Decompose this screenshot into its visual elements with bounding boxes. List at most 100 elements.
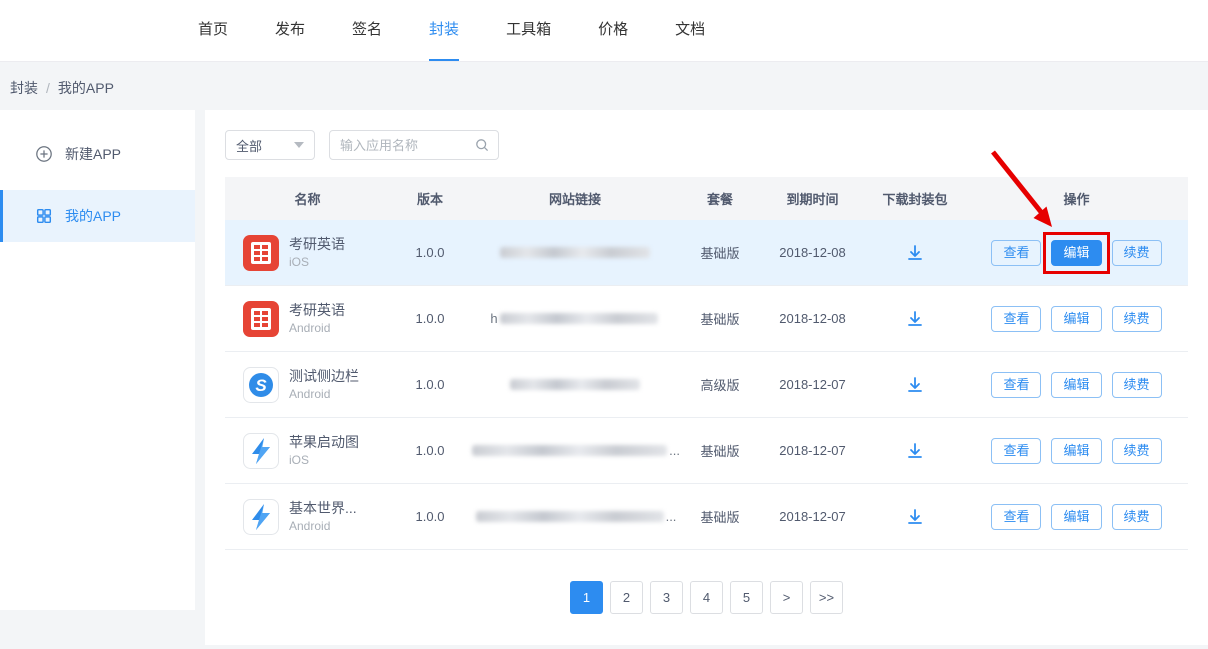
- column-header: 网站链接: [470, 189, 680, 208]
- chevron-down-icon: [294, 142, 304, 148]
- nav-item-4[interactable]: 封装: [429, 0, 459, 61]
- flash-icon: [243, 499, 279, 535]
- flash-icon: [243, 433, 279, 469]
- column-header: 到期时间: [760, 189, 865, 208]
- download-icon[interactable]: [901, 503, 929, 531]
- app-version: 1.0.0: [390, 245, 470, 260]
- sidebar-item-label: 新建APP: [65, 144, 121, 164]
- sidebar-item-my-app[interactable]: 我的APP: [0, 190, 195, 242]
- filter-select-value: 全部: [236, 136, 262, 155]
- name-cell: 基本世界... Android: [225, 499, 390, 535]
- app-version: 1.0.0: [390, 311, 470, 326]
- app-name: 基本世界...: [289, 499, 357, 518]
- view-button[interactable]: 查看: [991, 504, 1041, 530]
- nav-item-3[interactable]: 签名: [352, 0, 382, 61]
- main-card: 全部 名称版本网站链接套餐到期时间下载封装包操作 考研英语 iOS 1.0.0 …: [205, 110, 1208, 645]
- renew-button[interactable]: 续费: [1112, 240, 1162, 266]
- actions-cell: 查看 编辑 续费: [965, 372, 1188, 398]
- download-icon[interactable]: [901, 305, 929, 333]
- app-platform: Android: [289, 386, 359, 402]
- plan-badge: 高级版: [680, 375, 760, 394]
- page-button-4[interactable]: 4: [690, 581, 723, 614]
- app-name: 考研英语: [289, 301, 345, 320]
- table-row[interactable]: 苹果启动图 iOS 1.0.0 ... 基础版 2018-12-07 查看 编辑…: [225, 418, 1188, 484]
- app-platform: Android: [289, 518, 357, 534]
- table-row[interactable]: 基本世界... Android 1.0.0 ... 基础版 2018-12-07…: [225, 484, 1188, 550]
- nav-item-6[interactable]: 价格: [598, 0, 628, 61]
- edit-button[interactable]: 编辑: [1051, 372, 1101, 398]
- renew-button[interactable]: 续费: [1112, 306, 1162, 332]
- app-name: 考研英语: [289, 235, 345, 254]
- masked-url: [510, 379, 640, 390]
- edit-button[interactable]: 编辑: [1051, 306, 1101, 332]
- nav-item-1[interactable]: 首页: [198, 0, 228, 61]
- name-cell: S 测试侧边栏 Android: [225, 367, 390, 403]
- name-cell: 考研英语 Android: [225, 301, 390, 337]
- download-icon[interactable]: [901, 239, 929, 267]
- edit-button[interactable]: 编辑: [1051, 240, 1101, 266]
- masked-url: [476, 511, 664, 522]
- download-icon[interactable]: [901, 371, 929, 399]
- masked-url: [472, 445, 667, 456]
- expiry-date: 2018-12-08: [760, 245, 865, 260]
- nav-item-5[interactable]: 工具箱: [506, 0, 551, 61]
- toolbar: 全部: [225, 130, 1188, 160]
- film-icon: [243, 235, 279, 271]
- search-icon: [474, 137, 490, 158]
- plan-badge: 基础版: [680, 243, 760, 262]
- app-platform: Android: [289, 320, 345, 336]
- edit-button[interactable]: 编辑: [1051, 438, 1101, 464]
- breadcrumb-root[interactable]: 封装: [10, 78, 38, 98]
- actions-cell: 查看 编辑 续费: [965, 240, 1188, 266]
- renew-button[interactable]: 续费: [1112, 504, 1162, 530]
- last-page-button[interactable]: >>: [810, 581, 843, 614]
- app-platform: iOS: [289, 254, 345, 270]
- view-button[interactable]: 查看: [991, 372, 1041, 398]
- nav-item-2[interactable]: 发布: [275, 0, 305, 61]
- renew-button[interactable]: 续费: [1112, 372, 1162, 398]
- filter-select[interactable]: 全部: [225, 130, 315, 160]
- view-button[interactable]: 查看: [991, 306, 1041, 332]
- download-icon[interactable]: [901, 437, 929, 465]
- sidebar: 新建APP 我的APP: [0, 110, 195, 610]
- grid-icon: [35, 207, 53, 225]
- view-button[interactable]: 查看: [991, 438, 1041, 464]
- plus-circle-icon: [35, 145, 53, 163]
- table-row[interactable]: 考研英语 iOS 1.0.0 基础版 2018-12-08 查看 编辑 续费: [225, 220, 1188, 286]
- sidebar-item-new-app[interactable]: 新建APP: [0, 128, 195, 180]
- table-body: 考研英语 iOS 1.0.0 基础版 2018-12-08 查看 编辑 续费 考…: [225, 220, 1188, 550]
- expiry-date: 2018-12-07: [760, 509, 865, 524]
- page-button-5[interactable]: 5: [730, 581, 763, 614]
- breadcrumb-current: 我的APP: [58, 78, 114, 98]
- renew-button[interactable]: 续费: [1112, 438, 1162, 464]
- table-row[interactable]: 考研英语 Android 1.0.0 h 基础版 2018-12-08 查看 编…: [225, 286, 1188, 352]
- app-name: 测试侧边栏: [289, 367, 359, 386]
- breadcrumb: 封装 / 我的APP: [10, 78, 114, 98]
- website-link: [470, 379, 680, 390]
- plan-badge: 基础版: [680, 507, 760, 526]
- plan-badge: 基础版: [680, 441, 760, 460]
- app-name: 苹果启动图: [289, 433, 359, 452]
- page-button-1[interactable]: 1: [570, 581, 603, 614]
- page-button-2[interactable]: 2: [610, 581, 643, 614]
- expiry-date: 2018-12-08: [760, 311, 865, 326]
- column-header: 下载封装包: [865, 189, 965, 208]
- masked-url: [500, 247, 650, 258]
- plan-badge: 基础版: [680, 309, 760, 328]
- page-button-3[interactable]: 3: [650, 581, 683, 614]
- actions-cell: 查看 编辑 续费: [965, 504, 1188, 530]
- app-platform: iOS: [289, 452, 359, 468]
- top-nav: 首页发布签名封装 工具箱 价格文档: [0, 0, 1208, 62]
- column-header: 操作: [965, 189, 1188, 208]
- app-version: 1.0.0: [390, 443, 470, 458]
- app-version: 1.0.0: [390, 377, 470, 392]
- edit-button[interactable]: 编辑: [1051, 504, 1101, 530]
- nav-item-7[interactable]: 文档: [675, 0, 705, 61]
- table-row[interactable]: S 测试侧边栏 Android 1.0.0 高级版 2018-12-07 查看 …: [225, 352, 1188, 418]
- website-link: [470, 247, 680, 258]
- column-header: 名称: [225, 189, 390, 208]
- next-page-button[interactable]: >: [770, 581, 803, 614]
- actions-cell: 查看 编辑 续费: [965, 438, 1188, 464]
- svg-text:S: S: [255, 376, 267, 395]
- view-button[interactable]: 查看: [991, 240, 1041, 266]
